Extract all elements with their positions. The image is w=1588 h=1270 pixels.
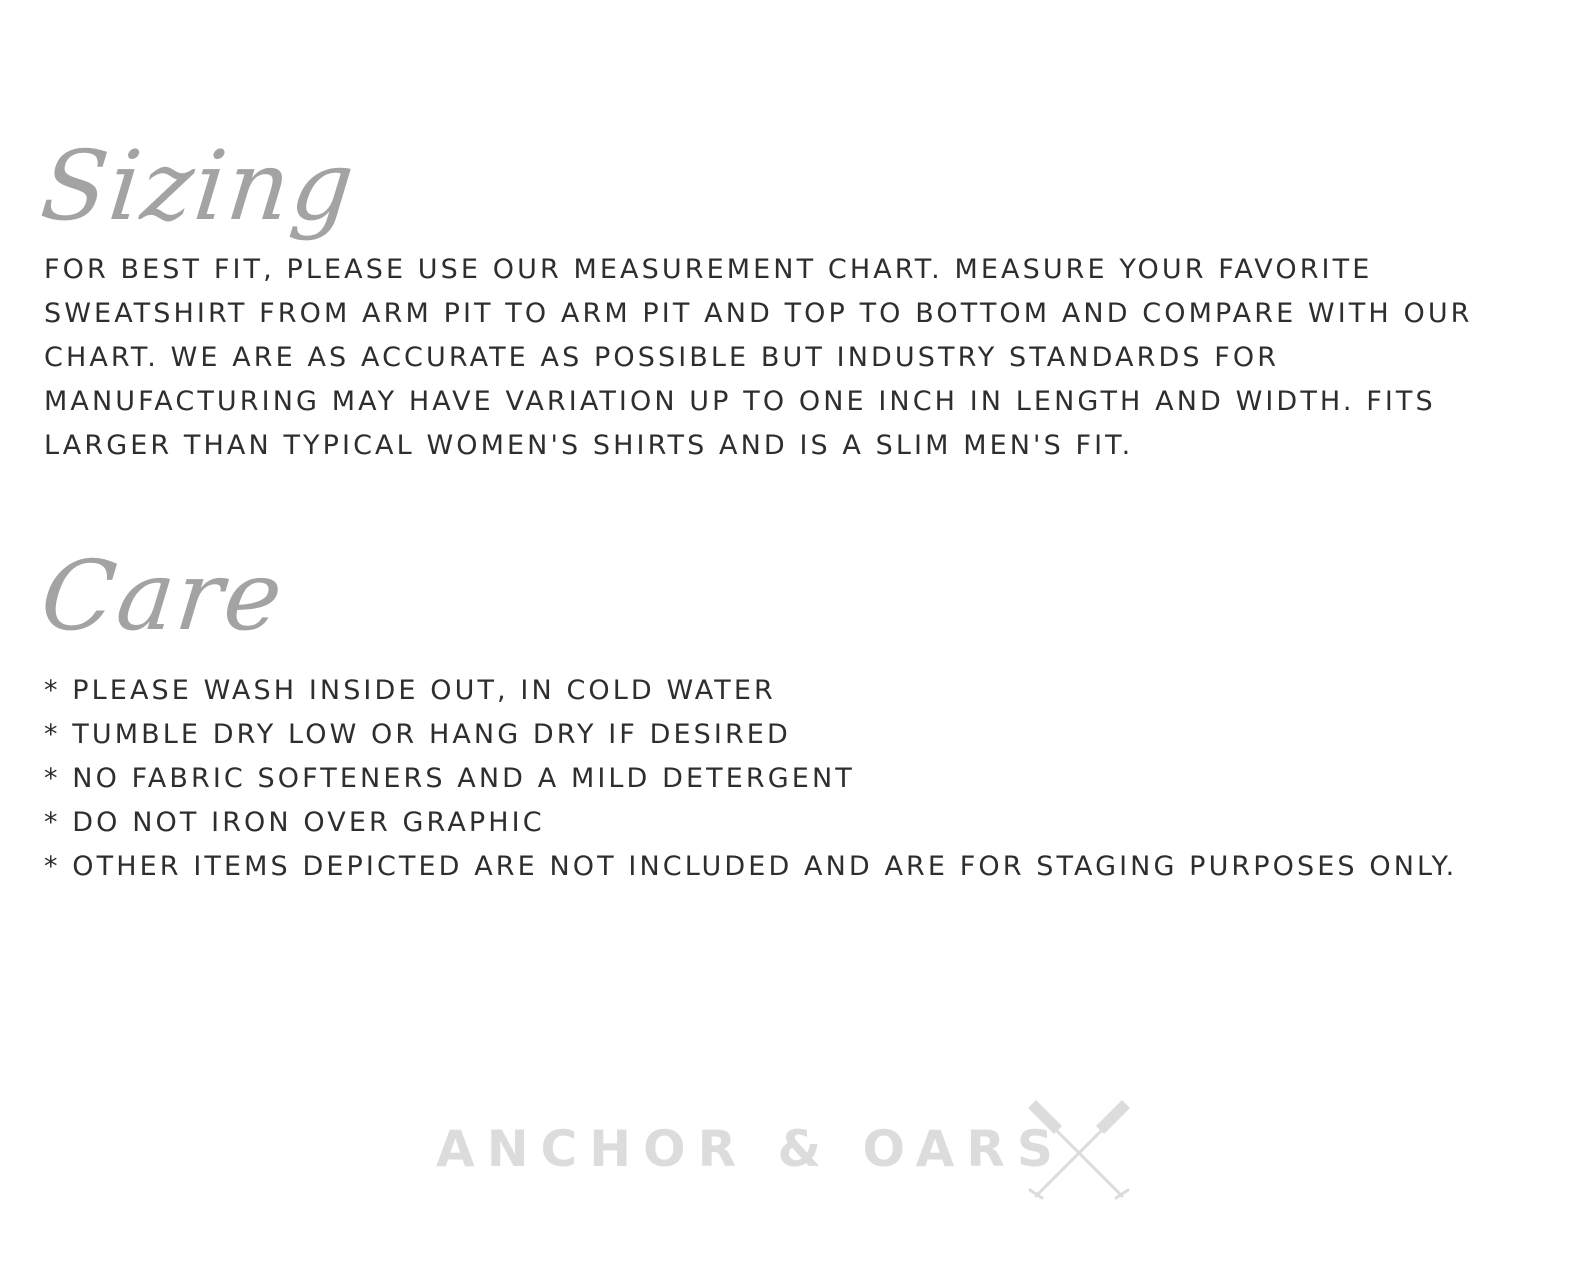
- care-item: * NO FABRIC SOFTENERS AND A MILD DETERGE…: [44, 763, 855, 794]
- sizing-heading: Sizing: [36, 130, 361, 242]
- care-heading: Care: [36, 540, 290, 652]
- care-item: * PLEASE WASH INSIDE OUT, IN COLD WATER: [44, 675, 776, 706]
- sizing-paragraph: FOR BEST FIT, PLEASE USE OUR MEASUREMENT…: [44, 254, 1473, 461]
- crossed-oars-icon: [1028, 1100, 1130, 1200]
- brand-name: ANCHOR & OARS: [436, 1120, 1065, 1178]
- care-item: * OTHER ITEMS DEPICTED ARE NOT INCLUDED …: [44, 851, 1458, 882]
- care-item: * TUMBLE DRY LOW OR HANG DRY IF DESIRED: [44, 719, 791, 750]
- care-list: * PLEASE WASH INSIDE OUT, IN COLD WATER …: [44, 669, 1504, 889]
- care-item: * DO NOT IRON OVER GRAPHIC: [44, 807, 545, 838]
- brand-logo: ANCHOR & OARS: [436, 1098, 1156, 1208]
